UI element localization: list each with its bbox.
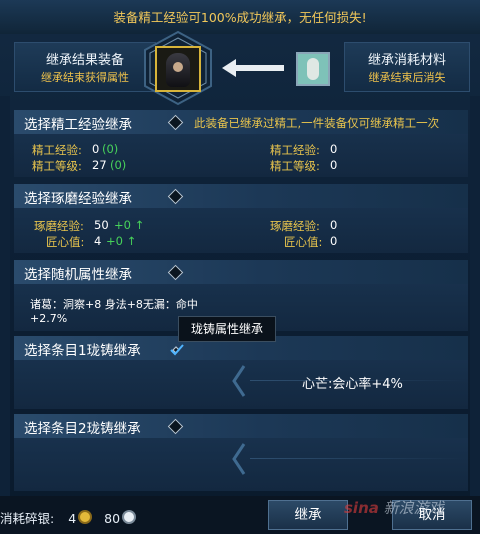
right-border (470, 96, 480, 496)
slot2-section-title: 选择条目2珑铸继承 (24, 421, 141, 437)
material-polish-heart-value: 0 (330, 234, 338, 248)
refine-exp-bonus: (0) (102, 142, 119, 156)
consumed-material-subtitle: 继承结束后消失 (368, 71, 446, 84)
material-refine-exp-value: 0 (330, 142, 338, 156)
random-attr-line1: 诸葛：洞察+8 身法+8无漏：命中 (30, 298, 198, 311)
banner-text: 装备精工经验可100%成功继承，无任何损失! (113, 10, 367, 25)
slot1-section-title: 选择条目1珑铸继承 (24, 343, 141, 359)
polish-heart-bonus: +0 ↑ (106, 234, 137, 248)
material-polish-heart-label: 匠心值: (284, 235, 323, 249)
polish-exp-bonus: +0 ↑ (114, 218, 145, 232)
polish-section-header[interactable]: 选择琢磨经验继承 (14, 184, 468, 208)
slot2-value-row (222, 442, 466, 476)
left-border (0, 96, 10, 496)
refine-exp-label: 精工经验: (32, 143, 82, 157)
slot1-checked-icon[interactable] (168, 343, 184, 357)
slot1-value: 心芒:会心率+4% (302, 377, 403, 392)
arrow-left-icon (222, 59, 284, 77)
polish-heart-label: 匠心值: (46, 235, 85, 249)
slot2-section-header[interactable]: 选择条目2珑铸继承 (14, 414, 468, 438)
consumed-material-title: 继承消耗材料 (367, 53, 446, 68)
random-section-title: 选择随机属性继承 (24, 267, 132, 283)
result-equipment-tag: 继承结果装备 继承结束获得属性 (14, 42, 156, 92)
polish-exp-value: 50 (94, 218, 109, 232)
consumed-material-tag: 继承消耗材料 继承结束后消失 (344, 42, 470, 92)
result-item-slot[interactable] (155, 46, 201, 92)
material-item-slot[interactable] (296, 52, 330, 86)
chevron-left-icon (232, 365, 246, 397)
slot1-value-row: 心芒:会心率+4% (222, 364, 466, 398)
watermark-brand: sina (344, 499, 379, 517)
cost-display: 消耗碎银: 4 80 (0, 508, 137, 527)
random-attr-line2: +2.7% (30, 312, 68, 325)
polish-section-title: 选择琢磨经验继承 (24, 191, 132, 207)
watermark: sina 新浪游戏 (344, 497, 444, 518)
material-refine-level-label: 精工等级: (270, 159, 320, 173)
cost-label: 消耗碎银: (0, 511, 55, 526)
refine-level-bonus: (0) (110, 158, 127, 172)
material-polish-exp-value: 0 (330, 218, 338, 232)
material-refine-level-value: 0 (330, 158, 338, 172)
refine-section-title: 选择精工经验继承 (24, 117, 132, 133)
material-polish-exp-label: 琢磨经验: (270, 219, 320, 233)
refine-level-value: 27 (92, 158, 107, 172)
cost-silver-value: 80 (104, 511, 121, 526)
refine-exp-value: 0 (92, 142, 100, 156)
result-equipment-subtitle: 继承结束获得属性 (41, 71, 129, 84)
result-equipment-title: 继承结果装备 (45, 53, 124, 68)
gold-coin-icon (78, 510, 93, 524)
watermark-text: 新浪游戏 (383, 499, 444, 517)
tooltip: 珑铸属性继承 (178, 316, 276, 342)
polish-exp-label: 琢磨经验: (34, 219, 84, 233)
random-section-header[interactable]: 选择随机属性继承 (14, 260, 468, 284)
cost-gold-value: 4 (68, 511, 77, 526)
silver-coin-icon (122, 510, 137, 524)
refine-level-label: 精工等级: (32, 159, 82, 173)
banner: 装备精工经验可100%成功继承，无任何损失! (0, 0, 480, 34)
chevron-left-icon (232, 443, 246, 475)
material-figure-icon (307, 58, 319, 80)
polish-heart-value: 4 (94, 234, 102, 248)
refine-note: 此装备已继承过精工,一件装备仅可继承精工一次 (194, 116, 440, 130)
character-portrait-icon (166, 53, 190, 87)
material-refine-exp-label: 精工经验: (270, 143, 320, 157)
slot2-divider (250, 458, 466, 459)
inherit-button[interactable]: 继承 (268, 500, 348, 530)
